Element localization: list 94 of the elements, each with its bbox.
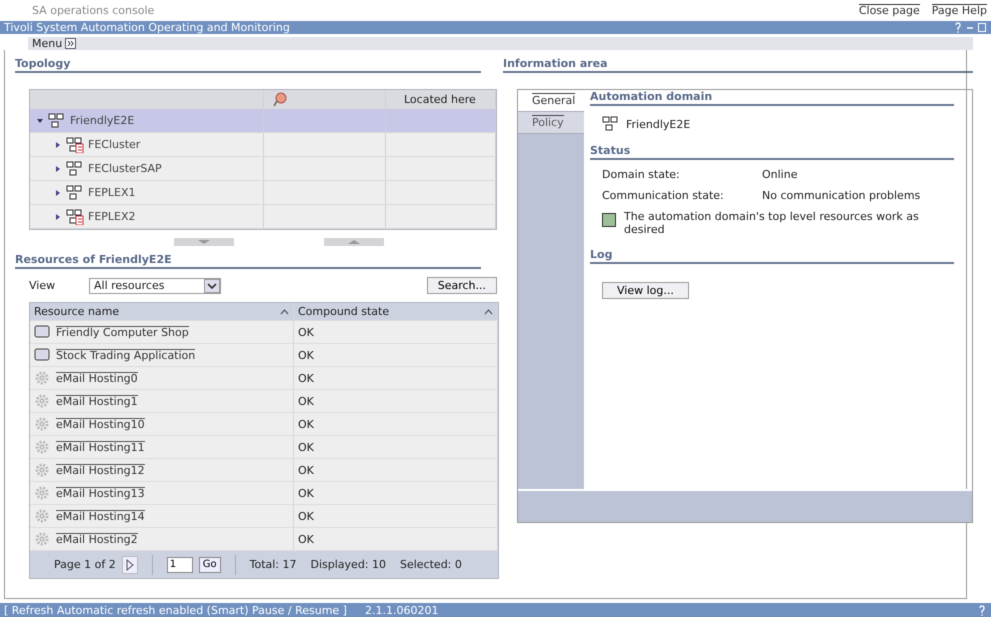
column-header: Located here	[404, 92, 476, 106]
section-heading: Information area	[503, 57, 973, 73]
expand-arrow-icon[interactable]	[54, 164, 62, 172]
tree-label: FEClusterSAP	[88, 162, 162, 175]
gear-icon	[34, 439, 50, 455]
refresh-status: [ Refresh Automatic refresh enabled (Smart) Pause / Resume ]	[4, 604, 347, 616]
page-input[interactable]: 1	[166, 556, 193, 572]
resource-name[interactable]: eMail Hosting0	[56, 372, 138, 384]
resource-name[interactable]: Friendly Computer Shop	[56, 326, 189, 338]
tree-label: FEPLEX1	[88, 186, 136, 199]
gear-icon	[34, 485, 50, 501]
gear-icon	[34, 416, 50, 432]
state-text: OK	[298, 326, 314, 338]
resource-name[interactable]: eMail Hosting12	[56, 464, 145, 476]
maximize-icon[interactable]	[977, 22, 987, 33]
gear-icon	[34, 393, 50, 409]
resource-name[interactable]: eMail Hosting13	[56, 487, 145, 499]
view-label: View	[29, 279, 56, 292]
tree-label: FriendlyE2E	[70, 114, 134, 127]
go-button[interactable]: Go	[198, 556, 221, 572]
tab[interactable]: Policy	[518, 112, 584, 134]
view-log-button[interactable]: View log...	[602, 282, 689, 299]
gear-icon	[34, 370, 50, 386]
selected-count: Selected: 0	[400, 558, 462, 571]
network-document-icon	[66, 136, 84, 152]
application-icon	[34, 348, 50, 362]
state-text: OK	[298, 348, 314, 362]
application-icon	[34, 325, 50, 339]
next-page-button[interactable]	[122, 556, 138, 574]
expand-icon[interactable]	[65, 38, 76, 49]
tree-row[interactable]: FEPLEX2	[30, 205, 496, 229]
section-heading: Log	[590, 248, 954, 264]
tree-row[interactable]: FEPLEX1	[30, 181, 496, 205]
tree-label: FECluster	[88, 138, 140, 151]
section-heading: Topology	[15, 57, 481, 73]
section-heading: Resources of FriendlyE2E	[15, 253, 481, 269]
gear-icon	[34, 531, 50, 547]
network-icon	[66, 160, 84, 176]
network-icon	[66, 184, 84, 200]
expand-arrow-icon[interactable]	[54, 188, 62, 196]
resource-name[interactable]: eMail Hosting10	[56, 418, 145, 430]
expand-arrow-icon[interactable]	[54, 140, 62, 148]
column-header[interactable]: Resource name	[30, 303, 294, 320]
resource-name[interactable]: eMail Hosting2	[56, 533, 138, 545]
menu-label[interactable]: Menu	[32, 37, 62, 50]
view-dropdown[interactable]: All resources	[89, 278, 221, 294]
tree-row[interactable]: FECluster	[30, 133, 496, 157]
header-link[interactable]: Page Help	[932, 4, 987, 17]
state-text: OK	[298, 486, 314, 500]
status-message: The automation domain's top level resources work as desired	[624, 210, 920, 236]
sort-icon[interactable]	[280, 308, 289, 314]
state-text: OK	[298, 532, 314, 546]
field-label: Communication state:	[602, 189, 725, 202]
status-square-icon	[602, 213, 616, 227]
field-value: No communication problems	[762, 189, 922, 202]
tree-label: FEPLEX2	[88, 210, 136, 223]
next-arrow-icon[interactable]	[126, 558, 134, 570]
header-link[interactable]: Close page	[858, 4, 920, 17]
state-text: OK	[298, 464, 314, 476]
help-icon[interactable]	[977, 604, 987, 616]
network-document-icon	[66, 208, 84, 224]
expand-arrow-icon[interactable]	[54, 212, 62, 220]
domain-name: FriendlyE2E	[626, 118, 690, 130]
state-text: OK	[298, 372, 314, 384]
gear-icon	[34, 508, 50, 524]
page-indicator: Page 1 of 2	[54, 558, 116, 571]
resource-name[interactable]: eMail Hosting1	[56, 395, 138, 407]
section-heading: Status	[590, 144, 954, 160]
resource-name[interactable]: Stock Trading Application	[56, 349, 196, 361]
column-header[interactable]: Compound state	[294, 303, 498, 320]
tree-row[interactable]: FriendlyE2E	[30, 109, 496, 133]
help-icon[interactable]	[953, 22, 963, 33]
app-name: SA operations console	[32, 4, 154, 17]
displayed-count: Displayed: 10	[310, 558, 386, 571]
tab[interactable]: General	[518, 90, 584, 112]
network-icon	[48, 112, 66, 128]
collapse-arrow-icon[interactable]	[36, 116, 44, 124]
state-text: OK	[298, 418, 314, 430]
field-value: Online	[762, 168, 798, 181]
total-count: Total: 17	[250, 558, 296, 571]
field-label: Domain state:	[602, 168, 681, 181]
resource-name[interactable]: eMail Hosting14	[56, 510, 145, 522]
state-text: OK	[298, 440, 314, 454]
sort-icon[interactable]	[484, 308, 493, 314]
section-heading: Automation domain	[590, 90, 954, 106]
search-button[interactable]: Search...	[426, 277, 497, 294]
state-text: OK	[298, 510, 314, 522]
version-text: 2.1.1.060201	[364, 604, 438, 616]
network-icon	[602, 116, 620, 132]
resource-name[interactable]: eMail Hosting11	[56, 441, 145, 453]
state-text: OK	[298, 394, 314, 408]
tree-row[interactable]: FEClusterSAP	[30, 157, 496, 181]
window-title: Tivoli System Automation Operating and Monitoring	[4, 21, 290, 34]
gear-icon	[34, 462, 50, 478]
